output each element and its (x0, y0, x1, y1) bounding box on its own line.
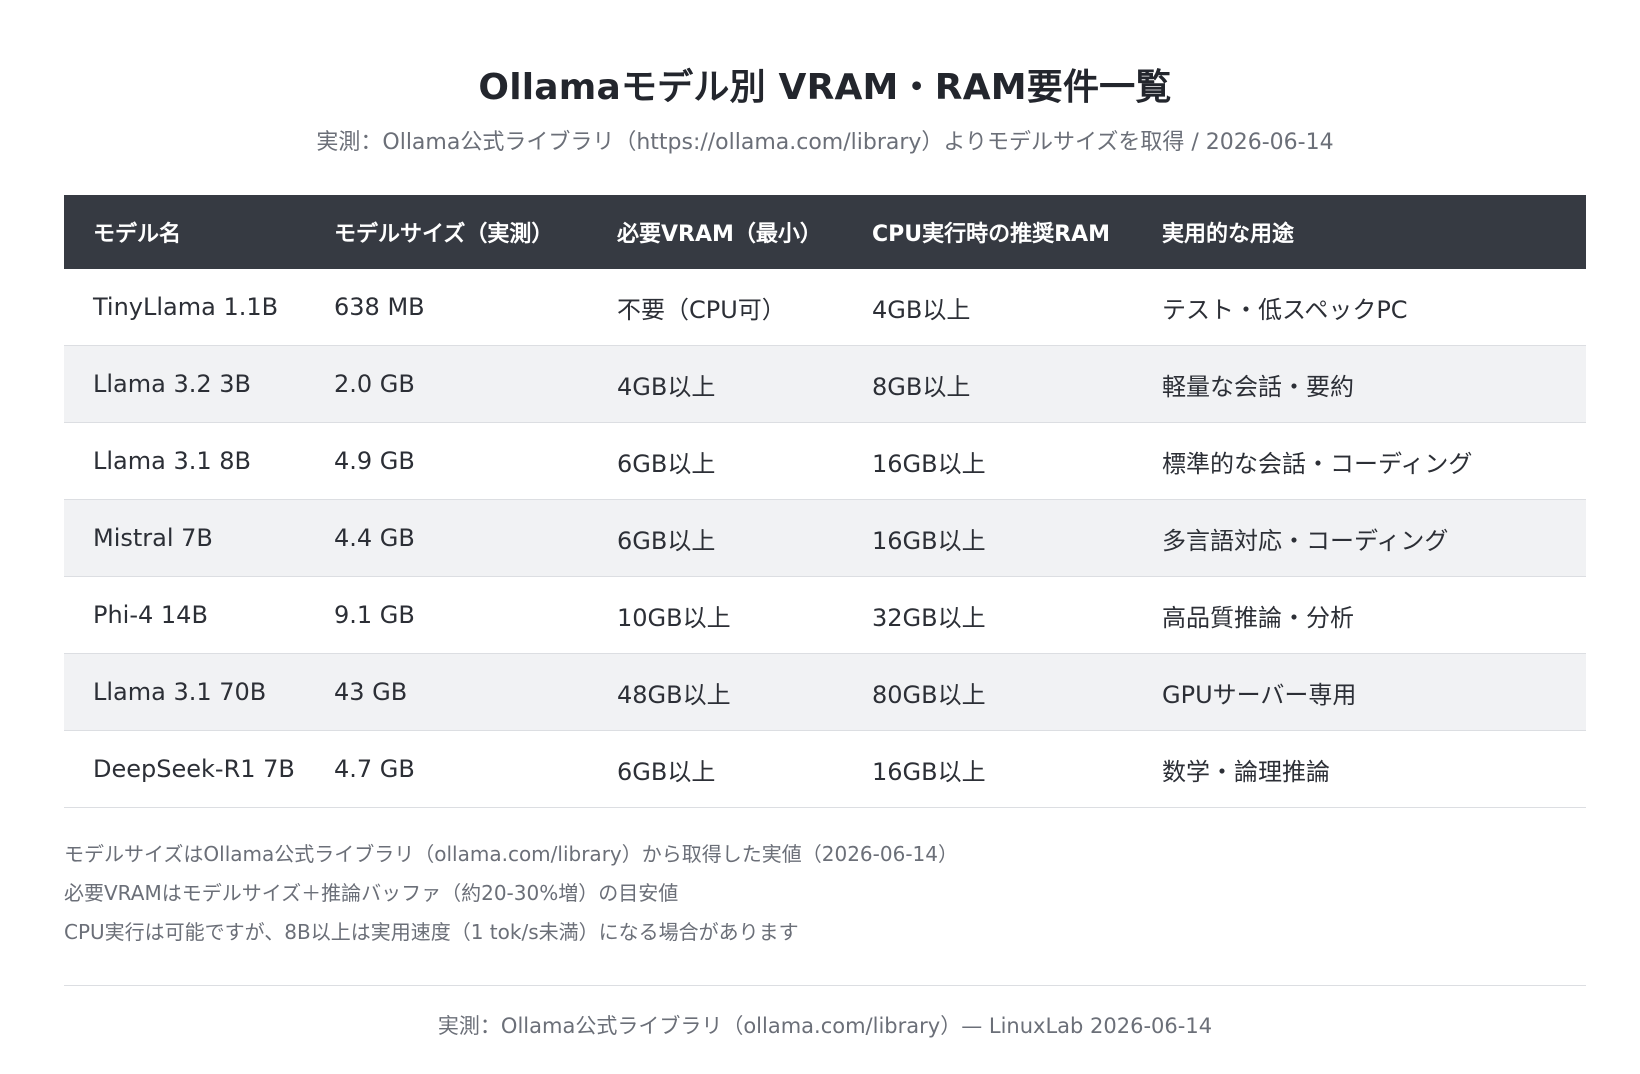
requirements-table: モデル名 モデルサイズ（実測） 必要VRAM（最小） CPU実行時の推奨RAM … (64, 195, 1586, 808)
table-row: Phi-4 14B 9.1 GB 10GB以上 32GB以上 高品質推論・分析 (64, 576, 1586, 654)
footnote: CPU実行は可能ですが、8B以上は実用速度（1 tok/s未満）になる場合があり… (64, 920, 799, 944)
cell-recommended-ram: 32GB以上 (843, 576, 1133, 654)
cell-model-name: Mistral 7B (64, 499, 305, 577)
cell-use-case: 標準的な会話・コーディング (1133, 422, 1586, 500)
cell-model-name: Phi-4 14B (64, 576, 305, 654)
cell-required-vram: 不要（CPU可） (588, 269, 843, 346)
column-header-use-case: 実用的な用途 (1162, 222, 1295, 247)
cell-recommended-ram: 4GB以上 (843, 269, 1133, 346)
cell-recommended-ram: 80GB以上 (843, 653, 1133, 731)
cell-model-size: 638 MB (305, 269, 588, 346)
cell-required-vram: 6GB以上 (588, 422, 843, 500)
cell-required-vram: 4GB以上 (588, 345, 843, 423)
cell-model-name: Llama 3.1 70B (64, 653, 305, 731)
cell-use-case: 多言語対応・コーディング (1133, 499, 1586, 577)
table-row: DeepSeek-R1 7B 4.7 GB 6GB以上 16GB以上 数学・論理… (64, 730, 1586, 808)
cell-use-case: テスト・低スペックPC (1133, 269, 1586, 346)
table-header-row: モデル名 モデルサイズ（実測） 必要VRAM（最小） CPU実行時の推奨RAM … (64, 195, 1586, 269)
footnote: 必要VRAMはモデルサイズ＋推論バッファ（約20-30%増）の目安値 (64, 881, 679, 905)
column-header-recommended-ram: CPU実行時の推奨RAM (872, 222, 1110, 247)
cell-recommended-ram: 16GB以上 (843, 730, 1133, 808)
table-row: Llama 3.2 3B 2.0 GB 4GB以上 8GB以上 軽量な会話・要約 (64, 345, 1586, 423)
cell-recommended-ram: 8GB以上 (843, 345, 1133, 423)
source-footer: 実測：Ollama公式ライブラリ（ollama.com/library）— Li… (437, 1014, 1213, 1038)
cell-model-name: DeepSeek-R1 7B (64, 730, 305, 808)
cell-model-size: 43 GB (305, 653, 588, 731)
cell-required-vram: 6GB以上 (588, 499, 843, 577)
column-header-model-size: モデルサイズ（実測） (334, 222, 554, 247)
cell-use-case: 数学・論理推論 (1133, 730, 1586, 808)
page-title: Ollamaモデル別 VRAM・RAM要件一覧 (478, 67, 1172, 108)
column-header-model-name: モデル名 (93, 222, 182, 247)
cell-model-size: 4.4 GB (305, 499, 588, 577)
cell-model-name: Llama 3.2 3B (64, 345, 305, 423)
cell-use-case: 高品質推論・分析 (1133, 576, 1586, 654)
cell-model-size: 4.7 GB (305, 730, 588, 808)
table-row: Llama 3.1 70B 43 GB 48GB以上 80GB以上 GPUサーバ… (64, 653, 1586, 731)
cell-model-size: 9.1 GB (305, 576, 588, 654)
cell-use-case: 軽量な会話・要約 (1133, 345, 1586, 423)
column-header-required-vram: 必要VRAM（最小） (617, 222, 822, 247)
table-row: Llama 3.1 8B 4.9 GB 6GB以上 16GB以上 標準的な会話・… (64, 422, 1586, 500)
cell-required-vram: 10GB以上 (588, 576, 843, 654)
cell-required-vram: 6GB以上 (588, 730, 843, 808)
cell-model-name: Llama 3.1 8B (64, 422, 305, 500)
cell-model-name: TinyLlama 1.1B (64, 269, 305, 346)
cell-recommended-ram: 16GB以上 (843, 422, 1133, 500)
cell-required-vram: 48GB以上 (588, 653, 843, 731)
cell-model-size: 2.0 GB (305, 345, 588, 423)
footer-divider (64, 985, 1586, 986)
cell-use-case: GPUサーバー専用 (1133, 653, 1586, 731)
cell-model-size: 4.9 GB (305, 422, 588, 500)
footnote: モデルサイズはOllama公式ライブラリ（ollama.com/library）… (64, 842, 958, 866)
page-subtitle: 実測：Ollama公式ライブラリ（https://ollama.com/libr… (316, 130, 1334, 155)
table-row: TinyLlama 1.1B 638 MB 不要（CPU可） 4GB以上 テスト… (64, 269, 1586, 346)
cell-recommended-ram: 16GB以上 (843, 499, 1133, 577)
table-row: Mistral 7B 4.4 GB 6GB以上 16GB以上 多言語対応・コーデ… (64, 499, 1586, 577)
footnotes: モデルサイズはOllama公式ライブラリ（ollama.com/library）… (64, 835, 1586, 952)
